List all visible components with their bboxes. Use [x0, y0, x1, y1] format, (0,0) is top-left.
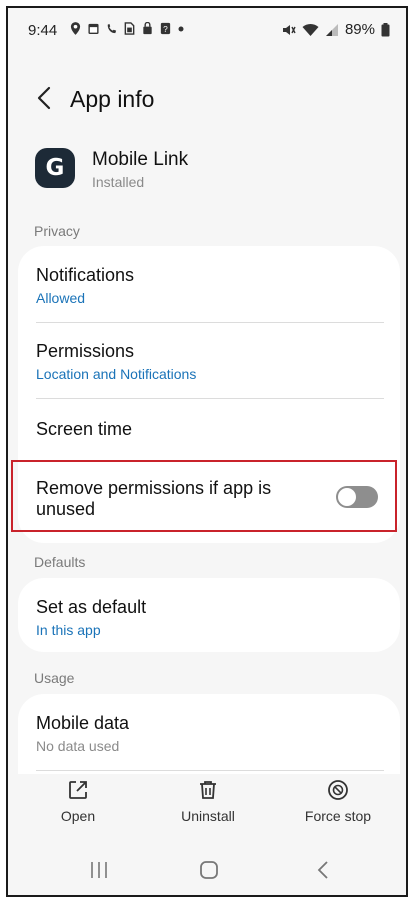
back-arrow-icon[interactable] — [32, 84, 60, 112]
app-bar: App info — [8, 74, 406, 120]
question-box-icon: ? — [160, 22, 171, 35]
open-label: Open — [60, 808, 96, 824]
notifications-item[interactable]: Notifications Allowed — [18, 246, 400, 322]
system-nav-bar — [8, 853, 406, 893]
missed-call-icon — [107, 23, 117, 34]
usage-card: Mobile data No data used — [18, 694, 400, 774]
trash-icon — [200, 781, 216, 799]
defaults-card: Set as default In this app — [18, 578, 400, 652]
open-button[interactable]: Open — [52, 778, 104, 824]
status-time: 9:44 — [28, 22, 58, 39]
uninstall-label: Uninstall — [181, 808, 235, 824]
section-label-usage: Usage — [34, 670, 75, 686]
section-label-privacy: Privacy — [34, 223, 80, 239]
status-bar: 9:44 ? 89% — [8, 8, 406, 54]
app-icon-letter: G — [45, 155, 65, 181]
page-title: App info — [70, 86, 155, 112]
sim-icon — [124, 22, 135, 35]
dot-icon — [178, 26, 184, 31]
set-as-default-title: Set as default — [36, 597, 147, 617]
mobile-data-item[interactable]: Mobile data No data used — [18, 694, 400, 770]
home-icon[interactable] — [198, 859, 220, 881]
lock-info-icon — [143, 22, 152, 35]
permissions-title: Permissions — [36, 341, 135, 361]
app-icon: G — [35, 148, 75, 188]
open-external-icon — [69, 781, 87, 799]
section-label-defaults: Defaults — [34, 554, 86, 570]
set-as-default-item[interactable]: Set as default In this app — [18, 578, 400, 652]
wifi-icon — [302, 23, 319, 36]
screen-time-item[interactable]: Screen time — [18, 399, 400, 461]
location-icon — [70, 22, 81, 35]
app-name: Mobile Link — [92, 149, 189, 170]
divider — [36, 770, 384, 771]
permissions-item[interactable]: Permissions Location and Notifications — [18, 323, 400, 399]
notifications-title: Notifications — [36, 265, 135, 285]
mobile-data-status: No data used — [36, 738, 120, 754]
system-icons: 89% — [282, 21, 390, 38]
toggle-knob — [337, 487, 357, 507]
uninstall-button[interactable]: Uninstall — [174, 778, 242, 824]
battery-icon — [381, 22, 390, 36]
remove-permissions-toggle[interactable] — [336, 486, 378, 508]
svg-text:?: ? — [163, 24, 168, 34]
calendar-icon — [88, 23, 99, 34]
force-stop-label: Force stop — [304, 808, 372, 824]
battery-percent: 89% — [344, 21, 375, 38]
permissions-summary: Location and Notifications — [36, 366, 197, 382]
recent-apps-icon[interactable] — [88, 859, 110, 881]
mute-icon — [282, 24, 296, 35]
set-as-default-status: In this app — [36, 622, 101, 638]
screen-time-title: Screen time — [36, 419, 133, 439]
app-install-status: Installed — [92, 174, 145, 190]
signal-icon — [325, 23, 338, 36]
mobile-data-title: Mobile data — [36, 713, 130, 733]
force-stop-button[interactable]: Force stop — [300, 778, 376, 824]
phone-screen: 9:44 ? 89% App info G Mobile Link Instal… — [6, 6, 408, 897]
notifications-status: Allowed — [36, 290, 86, 306]
nav-back-icon[interactable] — [312, 859, 334, 881]
bottom-actions: Open Uninstall Force stop — [8, 778, 406, 838]
notification-icons: ? — [70, 22, 184, 35]
stop-circle-icon — [328, 780, 348, 800]
